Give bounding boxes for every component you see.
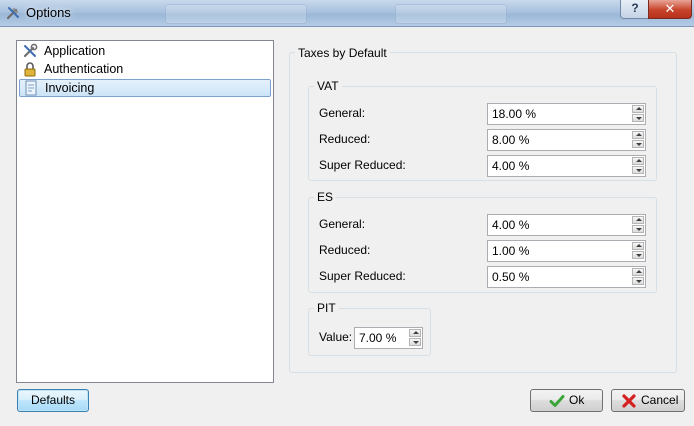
nav-item-label: Authentication (44, 62, 124, 76)
cancel-button[interactable]: Cancel (611, 389, 685, 412)
es-general-spinbox[interactable]: 4.00 % (487, 214, 646, 236)
spinbox-value: 0.50 % (492, 270, 530, 284)
increment-arrow-icon[interactable] (632, 216, 644, 224)
nav-item-label: Application (44, 44, 106, 58)
spinbox-value: 7.00 % (359, 331, 397, 345)
cancel-x-icon (622, 394, 636, 408)
increment-arrow-icon[interactable] (632, 105, 644, 113)
vat-reduced-label: Reduced: (319, 132, 371, 146)
ok-button[interactable]: Ok (530, 389, 603, 412)
vat-super-reduced-spinbox[interactable]: 4.00 % (487, 155, 646, 177)
spinbox-value: 4.00 % (492, 218, 530, 232)
es-super-reduced-spinbox[interactable]: 0.50 % (487, 266, 646, 288)
group-title: VAT (314, 79, 342, 93)
increment-arrow-icon[interactable] (409, 329, 421, 337)
vat-super-reduced-label: Super Reduced: (319, 158, 406, 172)
increment-arrow-icon[interactable] (632, 242, 644, 250)
cancel-label: Cancel (641, 393, 679, 407)
title-bar[interactable]: Options ? ✕ (0, 0, 694, 27)
spinbox-arrows[interactable] (632, 157, 644, 175)
window-title: Options (26, 5, 71, 20)
lock-icon (24, 62, 36, 77)
group-title: ES (314, 190, 337, 204)
es-reduced-label: Reduced: (319, 243, 371, 257)
spinbox-arrows[interactable] (632, 216, 644, 234)
increment-arrow-icon[interactable] (632, 268, 644, 276)
spinbox-value: 1.00 % (492, 244, 530, 258)
decrement-arrow-icon[interactable] (632, 277, 644, 285)
taxes-by-default-group: Taxes by Default VAT General: 18.00 % Re… (289, 46, 677, 373)
decrement-arrow-icon[interactable] (632, 225, 644, 233)
vat-reduced-spinbox[interactable]: 8.00 % (487, 129, 646, 151)
increment-arrow-icon[interactable] (632, 157, 644, 165)
tools-icon (23, 43, 38, 58)
nav-item-application[interactable]: Application (19, 43, 271, 60)
background-window-ghost (395, 4, 507, 24)
dialog-body: Application Authentication Invoicing Tax… (0, 27, 694, 426)
decrement-arrow-icon[interactable] (632, 140, 644, 148)
background-window-ghost (165, 4, 307, 24)
group-title: PIT (314, 301, 339, 315)
spinbox-arrows[interactable] (632, 268, 644, 286)
decrement-arrow-icon[interactable] (409, 338, 421, 346)
group-title: Taxes by Default (295, 46, 390, 60)
vat-general-label: General: (319, 106, 366, 120)
pit-value-spinbox[interactable]: 7.00 % (354, 327, 423, 349)
options-window: Options ? ✕ Application Authentication I… (0, 0, 694, 426)
close-button[interactable]: ✕ (648, 0, 692, 19)
nav-item-invoicing[interactable]: Invoicing (19, 79, 271, 97)
checkmark-icon (549, 395, 565, 407)
pit-group: PIT Value: 7.00 % (308, 301, 431, 356)
spinbox-arrows[interactable] (632, 105, 644, 123)
nav-item-label: Invoicing (45, 81, 95, 95)
es-group: ES General: 4.00 % Reduced: 1.00 % Super… (308, 190, 657, 293)
help-button[interactable]: ? (620, 0, 650, 19)
es-general-label: General: (319, 217, 366, 231)
es-super-reduced-label: Super Reduced: (319, 269, 406, 283)
ok-label: Ok (569, 393, 585, 407)
nav-item-authentication[interactable]: Authentication (19, 61, 271, 78)
spinbox-value: 18.00 % (492, 107, 537, 121)
document-icon (25, 80, 37, 96)
options-category-list[interactable]: Application Authentication Invoicing (16, 40, 274, 383)
decrement-arrow-icon[interactable] (632, 166, 644, 174)
defaults-button[interactable]: Defaults (17, 389, 89, 412)
decrement-arrow-icon[interactable] (632, 251, 644, 259)
spinbox-value: 8.00 % (492, 133, 530, 147)
pit-value-label: Value: (319, 330, 353, 344)
es-reduced-spinbox[interactable]: 1.00 % (487, 240, 646, 262)
tools-icon (6, 7, 19, 20)
vat-general-spinbox[interactable]: 18.00 % (487, 103, 646, 125)
spinbox-arrows[interactable] (409, 329, 421, 347)
spinbox-value: 4.00 % (492, 159, 530, 173)
spinbox-arrows[interactable] (632, 131, 644, 149)
decrement-arrow-icon[interactable] (632, 114, 644, 122)
vat-group: VAT General: 18.00 % Reduced: 8.00 % Sup… (308, 79, 657, 181)
spinbox-arrows[interactable] (632, 242, 644, 260)
increment-arrow-icon[interactable] (632, 131, 644, 139)
